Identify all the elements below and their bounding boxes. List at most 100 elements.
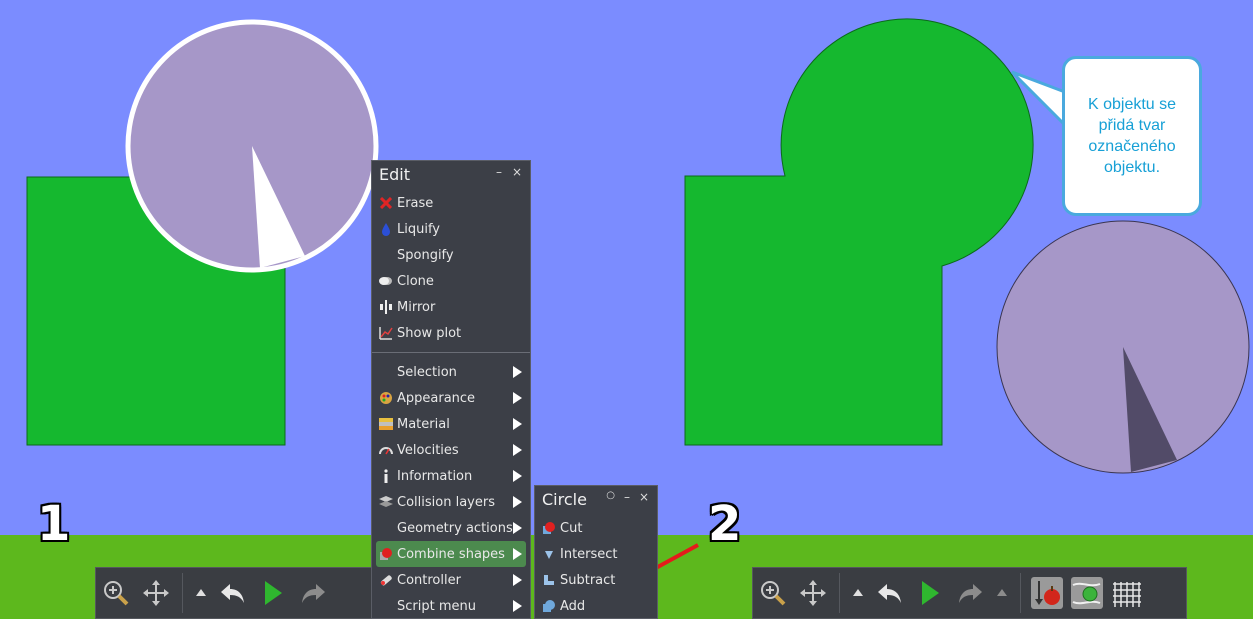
menu-item-label: Selection	[397, 364, 457, 380]
undo-icon[interactable]	[870, 573, 910, 613]
clone-icon	[378, 273, 394, 289]
menu-item-label: Information	[397, 468, 473, 484]
menu-item-label: Add	[560, 598, 586, 614]
menu-item-label: Subtract	[560, 572, 616, 588]
material-icon	[378, 416, 394, 432]
close-icon[interactable]: ×	[639, 490, 649, 504]
menu-item-label: Appearance	[397, 390, 476, 406]
menu-item-label: Liquify	[397, 221, 440, 237]
zoom-icon[interactable]	[753, 573, 793, 613]
menu-item-clone[interactable]: Clone	[372, 268, 530, 294]
grid-icon[interactable]	[1107, 573, 1147, 613]
undo-icon[interactable]	[213, 573, 253, 613]
menu-title-text: Edit	[379, 164, 410, 184]
menu-item-label: Cut	[560, 520, 583, 536]
move-icon[interactable]	[793, 573, 833, 613]
up-arrow-icon[interactable]	[846, 573, 870, 613]
toolbar-right	[752, 567, 1187, 619]
menu-item-label: Collision layers	[397, 494, 495, 510]
up-arrow-icon[interactable]	[189, 573, 213, 613]
zoom-icon[interactable]	[96, 573, 136, 613]
menu-item-label: Velocities	[397, 442, 459, 458]
menu-divider	[372, 352, 530, 353]
circle-submenu: Circle ○ – × Cut Intersect Subtract Add	[534, 485, 658, 619]
submenu-arrow-icon	[513, 548, 522, 560]
menu-item-label: Mirror	[397, 299, 436, 315]
menu-item-velocities[interactable]: Velocities	[372, 437, 530, 463]
submenu-arrow-icon	[513, 470, 522, 482]
mirror-icon	[378, 299, 394, 315]
menu-item-geometry-actions[interactable]: Geometry actions	[372, 515, 530, 541]
combine-icon	[378, 546, 394, 562]
play-icon[interactable]	[910, 573, 950, 613]
step-number-2: 2	[708, 496, 742, 552]
plot-icon	[378, 325, 394, 341]
menu-title-text: Circle	[542, 489, 587, 509]
close-icon[interactable]: ×	[512, 165, 522, 179]
combined-green-shape[interactable]	[684, 18, 1034, 446]
edit-menu-title: Edit – ×	[372, 161, 530, 187]
submenu-arrow-icon	[513, 366, 522, 378]
menu-item-subtract[interactable]: Subtract	[535, 567, 657, 593]
move-icon[interactable]	[136, 573, 176, 613]
toolbar-left	[95, 567, 395, 619]
submenu-arrow-icon	[513, 444, 522, 456]
menu-item-label: Spongify	[397, 247, 454, 263]
menu-item-label: Script menu	[397, 598, 476, 614]
menu-item-label: Combine shapes	[397, 546, 505, 562]
menu-item-combine-shapes[interactable]: Combine shapes	[376, 541, 526, 567]
menu-item-label: Geometry actions	[397, 520, 513, 536]
water-drop-icon	[378, 221, 394, 237]
menu-item-material[interactable]: Material	[372, 411, 530, 437]
menu-item-intersect[interactable]: Intersect	[535, 541, 657, 567]
submenu-arrow-icon	[513, 574, 522, 586]
circle-menu-title: Circle ○ – ×	[535, 486, 657, 512]
menu-item-appearance[interactable]: Appearance	[372, 385, 530, 411]
submenu-arrow-icon	[513, 418, 522, 430]
menu-item-mirror[interactable]: Mirror	[372, 294, 530, 320]
menu-item-add[interactable]: Add	[535, 593, 657, 619]
menu-item-label: Show plot	[397, 325, 462, 341]
callout-bubble: K objektu se přidá tvar označeného objek…	[1062, 56, 1202, 216]
add-shape-icon	[541, 598, 557, 614]
air-friction-icon[interactable]	[1067, 573, 1107, 613]
menu-item-label: Clone	[397, 273, 434, 289]
menu-item-liquify[interactable]: Liquify	[372, 216, 530, 242]
minimize-icon[interactable]: –	[624, 490, 630, 504]
menu-item-spongify[interactable]: Spongify	[372, 242, 530, 268]
menu-item-information[interactable]: Information	[372, 463, 530, 489]
scene: 1 2 K objektu se přidá tvar označeného o…	[0, 0, 1253, 619]
pin-icon[interactable]: ○	[606, 490, 615, 504]
submenu-arrow-icon	[513, 392, 522, 404]
subtract-icon	[541, 572, 557, 588]
menu-item-controller[interactable]: Controller	[372, 567, 530, 593]
toolbar-divider	[839, 573, 840, 613]
redo-icon[interactable]	[293, 573, 333, 613]
submenu-arrow-icon	[513, 522, 522, 534]
gravity-icon[interactable]	[1027, 573, 1067, 613]
step-number-1: 1	[37, 496, 71, 552]
menu-item-label: Erase	[397, 195, 434, 211]
redo-icon[interactable]	[950, 573, 990, 613]
play-icon[interactable]	[253, 573, 293, 613]
submenu-arrow-icon	[513, 600, 522, 612]
cut-icon	[541, 520, 557, 536]
minimize-icon[interactable]: –	[496, 165, 502, 179]
red-x-icon	[378, 195, 394, 211]
submenu-arrow-icon	[513, 496, 522, 508]
edit-menu: Edit – × Erase Liquify Spongify Clone Mi…	[371, 160, 531, 619]
menu-item-selection[interactable]: Selection	[372, 359, 530, 385]
window-controls: – ×	[496, 165, 522, 179]
menu-item-collision-layers[interactable]: Collision layers	[372, 489, 530, 515]
intersect-icon	[541, 546, 557, 562]
layers-icon	[378, 494, 394, 510]
menu-item-script-menu[interactable]: Script menu	[372, 593, 530, 619]
menu-item-show-plot[interactable]: Show plot	[372, 320, 530, 346]
menu-item-cut[interactable]: Cut	[535, 515, 657, 541]
controller-icon	[378, 572, 394, 588]
window-controls: ○ – ×	[606, 490, 649, 504]
menu-item-label: Controller	[397, 572, 461, 588]
up-arrow-icon[interactable]	[990, 573, 1014, 613]
menu-item-erase[interactable]: Erase	[372, 190, 530, 216]
palette-icon	[378, 390, 394, 406]
